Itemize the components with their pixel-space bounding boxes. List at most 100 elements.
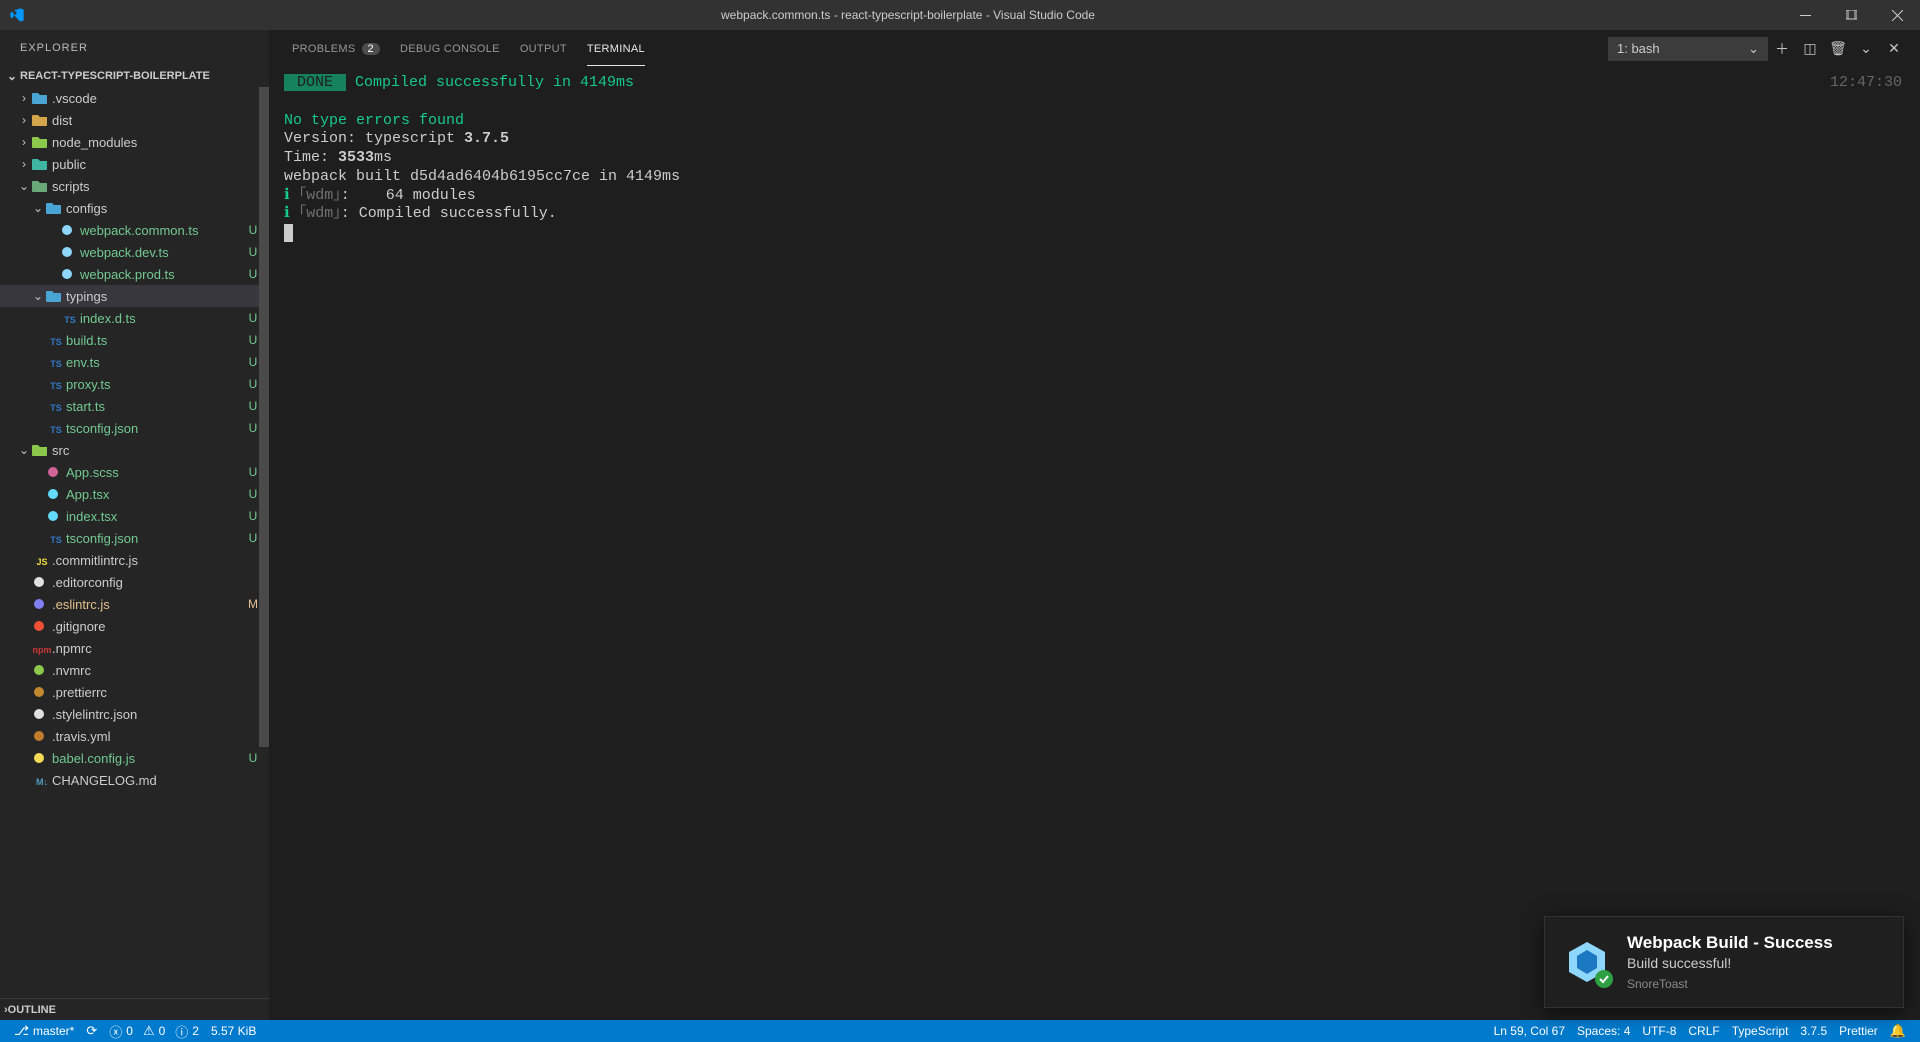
terminal-body[interactable]: 12:47:30 DONE Compiled successfully in 4… <box>270 66 1920 1020</box>
folder-src-icon <box>32 443 52 457</box>
tab-label: OUTPUT <box>520 43 567 55</box>
project-header[interactable]: ⌄ REACT-TYPESCRIPT-BOILERPLATE <box>0 65 269 87</box>
status-ts-version[interactable]: 3.7.5 <box>1794 1020 1833 1042</box>
new-terminal-button[interactable]: ＋ <box>1768 39 1796 59</box>
tree-folder[interactable]: ⌄src <box>0 439 269 461</box>
webpack-icon <box>1563 938 1611 986</box>
tree-file[interactable]: TSbuild.tsU <box>0 329 269 351</box>
status-prettier[interactable]: Prettier <box>1833 1020 1884 1042</box>
react-icon <box>46 509 66 523</box>
bell-icon: 🔔 <box>1890 1023 1906 1039</box>
tree-folder[interactable]: ⌄ configs <box>0 197 269 219</box>
tree-item-name: .eslintrc.js <box>52 597 245 612</box>
status-encoding[interactable]: UTF-8 <box>1636 1020 1682 1042</box>
tree-item-name: start.ts <box>66 399 245 414</box>
scrollbar-thumb[interactable] <box>259 87 269 747</box>
tree-item-name: dist <box>52 113 245 128</box>
split-terminal-button[interactable]: ◫ <box>1796 40 1824 57</box>
tree-item-name: .gitignore <box>52 619 245 634</box>
git-icon <box>32 619 52 633</box>
maximize-panel-button[interactable]: ⌄ <box>1852 40 1880 57</box>
tree-item-name: proxy.ts <box>66 377 245 392</box>
tree-file[interactable]: TStsconfig.jsonU <box>0 417 269 439</box>
tree-file[interactable]: App.scssU <box>0 461 269 483</box>
tree-item-name: scripts <box>52 179 245 194</box>
tree-file[interactable]: .gitignore <box>0 615 269 637</box>
tree-file[interactable]: webpack.prod.tsU <box>0 263 269 285</box>
tree-item-name: webpack.prod.ts <box>80 267 245 282</box>
terminal-cursor <box>284 224 293 242</box>
tree-file[interactable]: .nvmrc <box>0 659 269 681</box>
tab-terminal[interactable]: TERMINAL <box>577 31 655 66</box>
tree-file[interactable]: TSstart.tsU <box>0 395 269 417</box>
outline-header[interactable]: › OUTLINE <box>0 998 269 1020</box>
status-errors[interactable]: ⓧ0⚠0ⓘ2 <box>103 1020 205 1042</box>
tree-file[interactable]: TStsconfig.jsonU <box>0 527 269 549</box>
tree-item-name: configs <box>66 201 245 216</box>
tree-file[interactable]: npm.npmrc <box>0 637 269 659</box>
tab-debug-console[interactable]: DEBUG CONSOLE <box>390 31 510 66</box>
tree-item-name: typings <box>66 289 245 304</box>
tree-item-name: App.scss <box>66 465 245 480</box>
tree-file[interactable]: TSproxy.tsU <box>0 373 269 395</box>
tree-file[interactable]: .travis.yml <box>0 725 269 747</box>
travis-icon <box>32 729 52 743</box>
folder-dist-icon <box>32 113 52 127</box>
status-filesize[interactable]: 5.57 KiB <box>205 1020 262 1042</box>
ts-file-icon: TS <box>46 399 66 414</box>
js-icon: JS <box>32 553 52 568</box>
status-eol[interactable]: CRLF <box>1682 1020 1725 1042</box>
tree-file[interactable]: JS.commitlintrc.js <box>0 549 269 571</box>
terminal-select[interactable]: 1: bash ⌄ <box>1608 37 1768 61</box>
close-button[interactable] <box>1874 0 1920 30</box>
tree-folder[interactable]: ›dist <box>0 109 269 131</box>
tree-folder[interactable]: ›node_modules <box>0 131 269 153</box>
close-panel-button[interactable]: ✕ <box>1880 40 1908 57</box>
tree-file[interactable]: .editorconfig <box>0 571 269 593</box>
vscode-logo <box>0 7 34 23</box>
tree-folder[interactable]: ›public <box>0 153 269 175</box>
tab-problems[interactable]: PROBLEMS 2 <box>282 31 390 66</box>
tree-folder[interactable]: ⌄scripts <box>0 175 269 197</box>
status-feedback[interactable]: 🔔 <box>1884 1020 1912 1042</box>
ts-file-icon: TS <box>46 333 66 348</box>
prettier-icon <box>32 685 52 699</box>
done-message: Compiled successfully in 4149ms <box>346 74 634 91</box>
tree-file[interactable]: .prettierrc <box>0 681 269 703</box>
toast-app: SnoreToast <box>1627 977 1833 991</box>
chevron-down-icon: ⌄ <box>30 201 46 215</box>
maximize-button[interactable] <box>1828 0 1874 30</box>
status-indent[interactable]: Spaces: 4 <box>1571 1020 1636 1042</box>
tree-file[interactable]: webpack.common.tsU <box>0 219 269 241</box>
status-sync[interactable]: ⟳ <box>80 1020 103 1042</box>
chevron-down-icon: ⌄ <box>16 443 32 457</box>
status-cursor[interactable]: Ln 59, Col 67 <box>1488 1020 1571 1042</box>
tab-label: TERMINAL <box>587 43 645 55</box>
tree-file[interactable]: .stylelintrc.json <box>0 703 269 725</box>
tree-folder[interactable]: ›.vscode <box>0 87 269 109</box>
tree-folder[interactable]: ⌄typings <box>0 285 269 307</box>
npm-icon: npm <box>32 641 52 656</box>
version-line: Version: typescript 3.7.5 <box>284 130 509 147</box>
editor-area: PROBLEMS 2 DEBUG CONSOLE OUTPUT TERMINAL… <box>270 30 1920 1020</box>
wdm-line-1: ℹ ｢wdm｣: 64 modules <box>284 187 476 204</box>
tree-file[interactable]: M↓CHANGELOG.md <box>0 769 269 791</box>
tree-file[interactable]: .eslintrc.jsM <box>0 593 269 615</box>
tree-file[interactable]: babel.config.jsU <box>0 747 269 769</box>
tree-file[interactable]: App.tsxU <box>0 483 269 505</box>
folder-scripts-icon <box>32 179 52 193</box>
kill-terminal-button[interactable]: 🗑 <box>1824 40 1852 57</box>
minimize-button[interactable] <box>1782 0 1828 30</box>
tree-file[interactable]: TSenv.tsU <box>0 351 269 373</box>
tab-output[interactable]: OUTPUT <box>510 31 577 66</box>
chevron-down-icon: ⌄ <box>4 69 20 83</box>
status-language[interactable]: TypeScript <box>1726 1020 1795 1042</box>
tree-file[interactable]: TSindex.d.tsU <box>0 307 269 329</box>
status-branch[interactable]: ⎇master* <box>8 1020 80 1042</box>
tree-item-name: .travis.yml <box>52 729 245 744</box>
tree-item-name: webpack.common.ts <box>80 223 245 238</box>
tree-file[interactable]: webpack.dev.tsU <box>0 241 269 263</box>
notification-toast[interactable]: Webpack Build - Success Build successful… <box>1544 916 1904 1008</box>
tree-file[interactable]: index.tsxU <box>0 505 269 527</box>
statusbar: ⎇master* ⟳ ⓧ0⚠0ⓘ2 5.57 KiB Ln 59, Col 67… <box>0 1020 1920 1042</box>
